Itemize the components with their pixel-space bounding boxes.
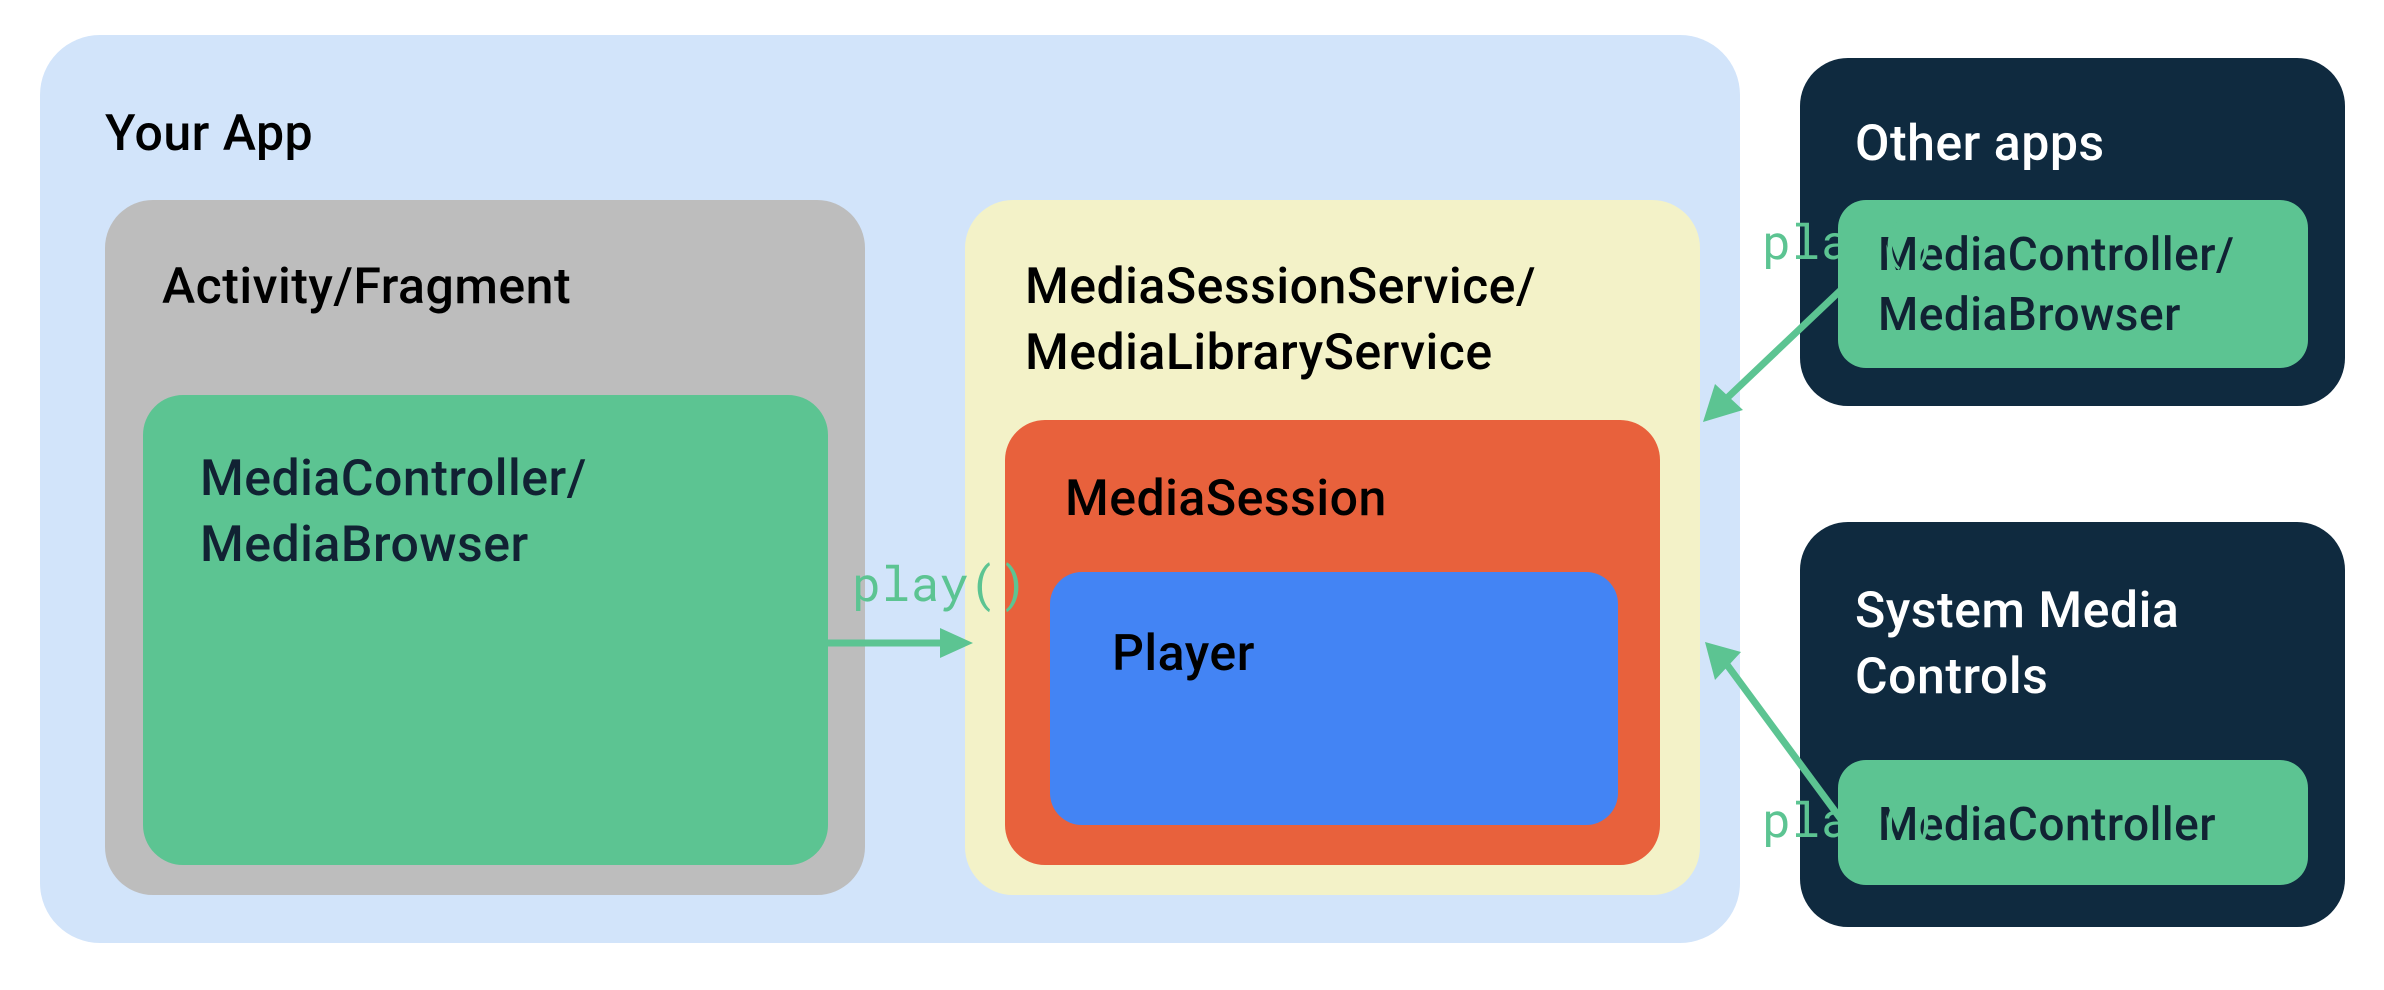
service-title-line1: MediaSessionService/ [1025, 258, 1536, 316]
other-apps-controller-line2: MediaBrowser [1878, 288, 2181, 342]
activity-fragment-title: Activity/Fragment [162, 258, 571, 316]
arrow-activity-to-service [828, 618, 978, 668]
arrow2-label: play() [1762, 210, 1938, 273]
arrow3-label: play() [1762, 788, 1938, 851]
service-title-line2: MediaLibraryService [1025, 324, 1493, 382]
player-box [1050, 572, 1618, 825]
other-apps-title: Other apps [1855, 115, 2105, 173]
media-session-title: MediaSession [1065, 470, 1387, 528]
system-controls-title-line2: Controls [1855, 648, 2048, 706]
app-media-controller-line1: MediaController/ [200, 450, 587, 508]
arrow-otherapps-to-service [1695, 280, 1855, 430]
player-title: Player [1112, 625, 1255, 683]
diagram-canvas: Your App Activity/Fragment MediaControll… [0, 0, 2384, 990]
app-media-controller-line2: MediaBrowser [200, 516, 529, 574]
system-controls-title-line1: System Media [1855, 582, 2179, 640]
arrow1-label: play() [852, 552, 1028, 615]
your-app-title: Your App [105, 105, 313, 163]
